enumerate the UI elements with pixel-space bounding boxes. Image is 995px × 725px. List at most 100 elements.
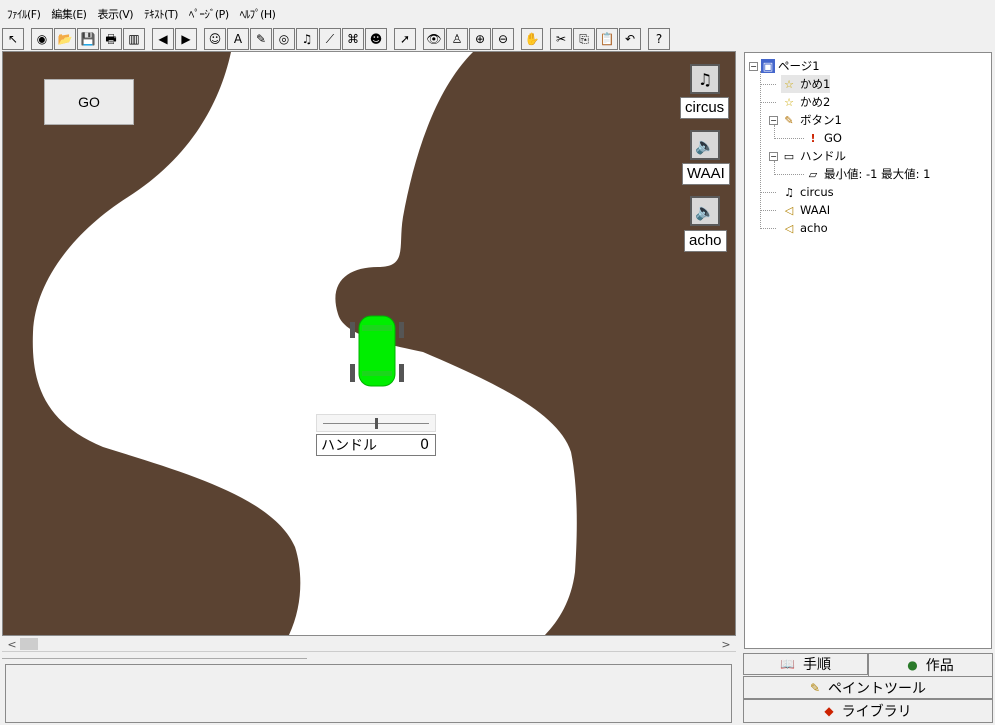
tree-item-acho[interactable]: ◁ acho <box>781 219 828 237</box>
tab-library[interactable]: ◆ ライブラリ <box>743 699 993 723</box>
tree-label: ハンドル <box>800 149 846 163</box>
character-icon[interactable]: ☺ <box>204 28 226 50</box>
button-icon: ✎ <box>784 113 794 127</box>
tree-item-kame1[interactable]: ☆ かめ1 <box>781 75 831 93</box>
speaker-icon: ◁ <box>784 203 794 217</box>
wand-icon[interactable]: ⟋ <box>319 28 341 50</box>
stamp-icon[interactable]: ♙ <box>446 28 468 50</box>
sound-label-acho[interactable]: acho <box>684 230 727 252</box>
tree-root-page1[interactable]: − ▣ ページ1 <box>749 57 820 75</box>
undo-icon[interactable]: ↶ <box>619 28 641 50</box>
tree-label: かめ1 <box>800 77 831 91</box>
binoculars-icon[interactable]: ⌘ <box>342 28 364 50</box>
pen-tool-icon[interactable]: ✎ <box>250 28 272 50</box>
print-icon[interactable]: 🖶 <box>100 28 122 50</box>
menu-view[interactable]: 表示(V) <box>94 6 141 22</box>
prev-page-icon[interactable]: ◀ <box>152 28 174 50</box>
layout-icon[interactable]: ▥ <box>123 28 145 50</box>
tree-line <box>760 102 776 103</box>
menu-bar: ﾌｧｲﾙ(F) 編集(E) 表示(V) ﾃｷｽﾄ(T) ﾍﾟｰｼﾞ(P) ﾍﾙﾌ… <box>0 0 995 27</box>
arrow-cursor-icon[interactable]: ➚ <box>394 28 416 50</box>
robot-icon[interactable]: ☻ <box>365 28 387 50</box>
tab-paint-tool[interactable]: ✎ ペイントツール <box>743 676 993 699</box>
menu-edit[interactable]: 編集(E) <box>48 6 94 22</box>
stage[interactable]: GO ♫ circus 🔈 WAAI 🔈 acho ハンドル 0 <box>2 51 736 636</box>
slider-value: 0 <box>420 437 429 453</box>
text-tool-icon[interactable]: A <box>227 28 249 50</box>
tree-line <box>774 174 804 175</box>
stop-icon[interactable]: ✋ <box>521 28 543 50</box>
speaker-icon: ◁ <box>784 221 794 235</box>
menu-page[interactable]: ﾍﾟｰｼﾞ(P) <box>186 6 237 22</box>
brush-icon: ✎ <box>809 680 821 695</box>
eye-part-icon[interactable]: ◎ <box>273 28 295 50</box>
slider-track[interactable] <box>316 414 436 432</box>
zoom-out-icon[interactable]: ⊖ <box>492 28 514 50</box>
car-sprite[interactable] <box>349 313 405 389</box>
tab-procedure[interactable]: 📖 手順 <box>743 653 868 675</box>
tree-label: かめ2 <box>800 95 831 109</box>
tab-work[interactable]: ● 作品 <box>868 653 993 676</box>
tree-line <box>760 228 776 229</box>
tree-item-circus[interactable]: ♫ circus <box>781 183 834 201</box>
splitter-line <box>2 658 307 659</box>
paste-icon[interactable]: 📋 <box>596 28 618 50</box>
collapse-icon[interactable]: − <box>769 115 778 125</box>
tree-item-handle[interactable]: − ▭ ハンドル <box>769 147 846 165</box>
menu-help[interactable]: ﾍﾙﾌﾟ(H) <box>237 6 284 22</box>
save-icon[interactable]: 💾 <box>77 28 99 50</box>
sound-label-waai[interactable]: WAAI <box>682 163 730 185</box>
tab-label: 手順 <box>802 657 831 673</box>
cut-icon[interactable]: ✂ <box>550 28 572 50</box>
range-icon: ▱ <box>808 167 818 181</box>
tab-label: ライブラリ <box>841 704 912 720</box>
speaker-icon[interactable]: 🔈 <box>690 196 720 226</box>
slider-thumb[interactable] <box>375 418 378 429</box>
object-tree[interactable]: − ▣ ページ1 ☆ かめ1 ☆ かめ2 − ✎ ボタン1 ! GO − ▭ ハ… <box>744 52 992 649</box>
tree-item-kame2[interactable]: ☆ かめ2 <box>781 93 830 111</box>
globe-icon: ● <box>907 658 918 672</box>
tree-item-waai[interactable]: ◁ WAAI <box>781 201 830 219</box>
help-icon[interactable]: ? <box>648 28 670 50</box>
rocket-icon: ! <box>810 131 816 145</box>
next-page-icon[interactable]: ▶ <box>175 28 197 50</box>
sound-label-circus[interactable]: circus <box>680 97 730 119</box>
tree-label: WAAI <box>800 203 831 217</box>
collapse-icon[interactable]: − <box>749 61 758 71</box>
tree-item-button1[interactable]: − ✎ ボタン1 <box>769 111 842 129</box>
tree-label: acho <box>800 221 828 235</box>
handle-slider[interactable]: ハンドル 0 <box>316 414 436 456</box>
copy-icon[interactable]: ⎘ <box>573 28 595 50</box>
tree-item-range[interactable]: ▱ 最小値: -1 最大値: 1 <box>805 165 931 183</box>
book-icon: 📖 <box>780 657 795 671</box>
tree-label: circus <box>800 185 834 199</box>
tab-label: 作品 <box>925 658 954 674</box>
music-icon[interactable]: ♫ <box>296 28 318 50</box>
new-page-icon[interactable]: ◉ <box>31 28 53 50</box>
collapse-icon[interactable]: − <box>769 151 778 161</box>
view-icon[interactable]: 👁 <box>423 28 445 50</box>
zoom-in-icon[interactable]: ⊕ <box>469 28 491 50</box>
music-note-icon: ♫ <box>784 185 794 199</box>
open-folder-icon[interactable]: 📂 <box>54 28 76 50</box>
tree-label: ページ1 <box>778 59 820 73</box>
horizontal-scrollbar[interactable]: < > <box>2 636 736 652</box>
tree-item-go[interactable]: ! GO <box>805 129 841 147</box>
menu-text[interactable]: ﾃｷｽﾄ(T) <box>141 6 186 22</box>
tree-label: 最小値: -1 最大値: 1 <box>824 167 931 181</box>
go-button[interactable]: GO <box>44 79 134 125</box>
tree-line <box>760 210 776 211</box>
pointer-select-icon[interactable]: ↖ <box>2 28 24 50</box>
slider-value-box: ハンドル 0 <box>316 434 436 456</box>
scroll-left-button[interactable]: < <box>4 636 20 652</box>
splitter[interactable] <box>2 655 736 662</box>
scroll-thumb[interactable] <box>20 638 38 650</box>
message-pane[interactable] <box>5 664 732 723</box>
scroll-right-button[interactable]: > <box>718 636 734 652</box>
menu-file[interactable]: ﾌｧｲﾙ(F) <box>4 6 48 22</box>
toolbar: ↖ ◉ 📂 💾 🖶 ▥ ◀ ▶ ☺ A ✎ ◎ ♫ ⟋ ⌘ ☻ ➚ 👁 ♙ ⊕ ⊖ ✋ ✂ ⎘ 📋 ↶? <box>0 27 995 51</box>
slider-label: ハンドル <box>321 438 377 454</box>
music-note-icon[interactable]: ♫ <box>690 64 720 94</box>
speaker-icon[interactable]: 🔈 <box>690 130 720 160</box>
tree-label: ボタン1 <box>800 113 842 127</box>
